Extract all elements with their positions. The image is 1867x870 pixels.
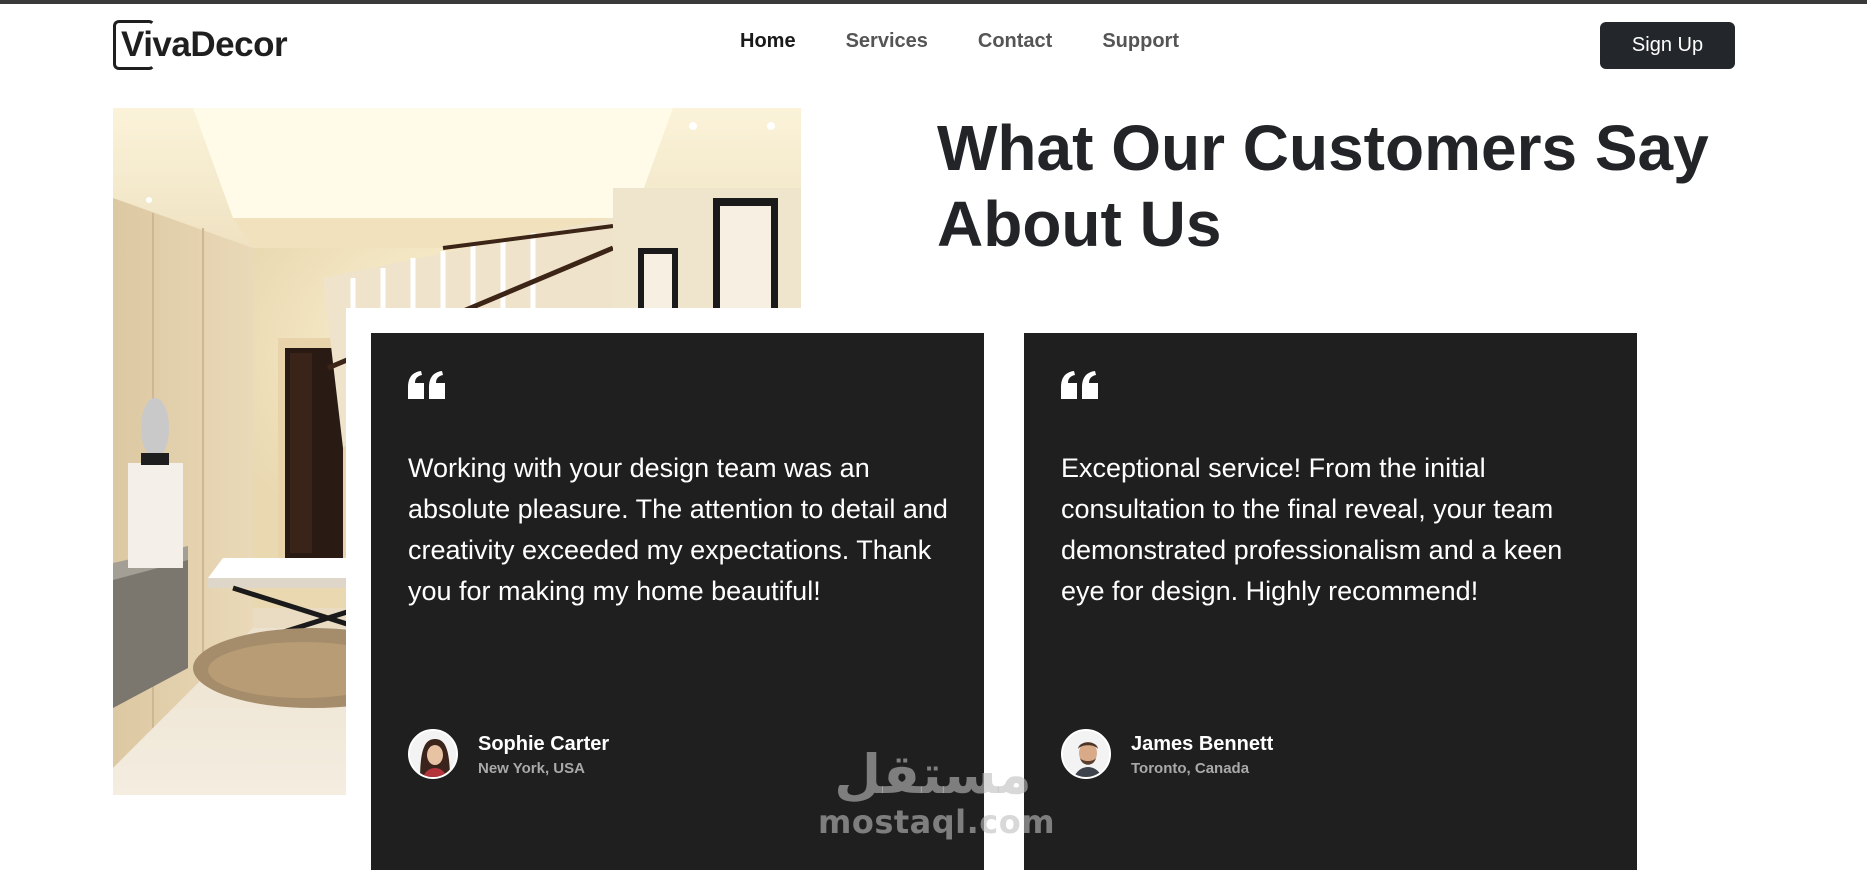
avatar — [1061, 729, 1111, 779]
author-location: New York, USA — [478, 759, 585, 777]
section-heading: What Our Customers Say About Us — [937, 110, 1757, 262]
heading-line-1: What Our Customers Say — [937, 112, 1709, 184]
nav-services[interactable]: Services — [846, 30, 928, 53]
main-nav: Home Services Contact Support — [740, 30, 1179, 53]
author-location: Toronto, Canada — [1131, 759, 1250, 777]
nav-support[interactable]: Support — [1102, 30, 1179, 53]
logo[interactable]: VivaDecor — [113, 20, 288, 70]
nav-home[interactable]: Home — [740, 30, 796, 53]
author-name: Sophie Carter — [478, 732, 610, 755]
testimonial-card: Working with your design team was an abs… — [371, 333, 984, 870]
top-border-line — [0, 0, 1867, 4]
sign-up-button[interactable]: Sign Up — [1600, 22, 1735, 69]
nav-contact[interactable]: Contact — [978, 30, 1052, 53]
quote-open-icon — [1061, 371, 1098, 399]
heading-line-2: About Us — [937, 188, 1222, 260]
avatar — [408, 729, 458, 779]
testimonial-author: Sophie Carter New York, USA — [408, 729, 609, 779]
testimonial-card: Exceptional service! From the initial co… — [1024, 333, 1637, 870]
author-name: James Bennett — [1131, 732, 1274, 755]
quote-open-icon — [408, 371, 445, 399]
testimonial-author: James Bennett Toronto, Canada — [1061, 729, 1273, 779]
testimonial-quote: Exceptional service! From the initial co… — [1061, 453, 1563, 606]
testimonial-quote: Working with your design team was an abs… — [408, 453, 948, 606]
logo-text: VivaDecor — [121, 25, 288, 64]
